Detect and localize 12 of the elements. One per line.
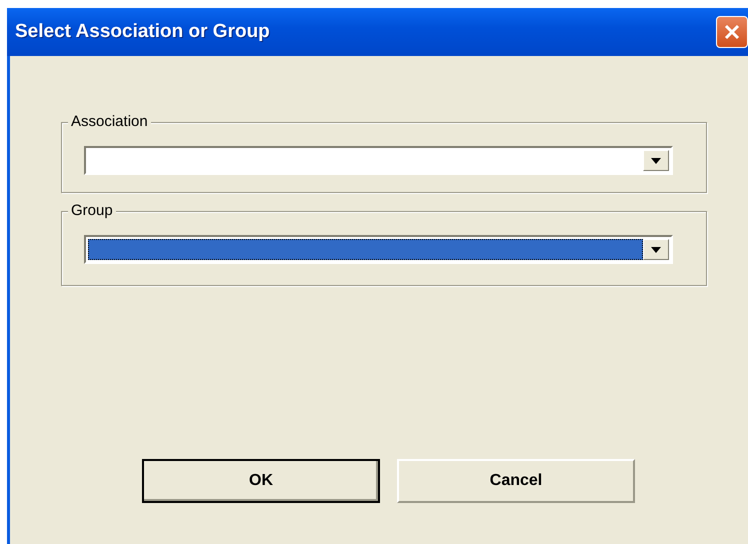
close-button[interactable] <box>716 16 748 48</box>
caret-icon <box>651 158 661 164</box>
group-label: Group <box>68 202 116 219</box>
dropdown-button[interactable] <box>643 150 669 171</box>
dropdown-field[interactable] <box>84 146 673 175</box>
cancel-button[interactable]: Cancel <box>397 459 635 503</box>
window-title: Select Association or Group <box>15 21 270 43</box>
dropdown-field[interactable] <box>84 235 673 264</box>
caret-icon <box>651 246 661 252</box>
close-icon <box>723 23 741 41</box>
ok-button[interactable]: OK <box>142 459 380 503</box>
dropdown-button[interactable] <box>643 239 669 260</box>
